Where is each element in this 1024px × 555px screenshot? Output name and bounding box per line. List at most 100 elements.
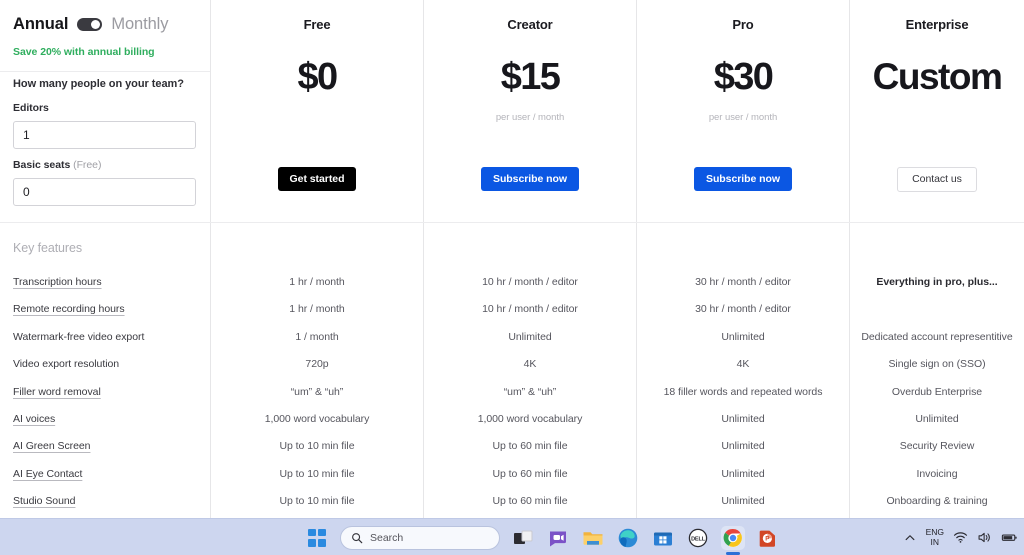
feature-label-ai-green-screen[interactable]: AI Green Screen (13, 440, 91, 452)
feature-value-cell: Unlimited (721, 440, 765, 453)
plan-cta-button-free[interactable]: Get started (277, 167, 357, 191)
feature-value-cell: Unlimited (721, 413, 765, 425)
svg-text:P: P (765, 535, 770, 542)
feature-value-cell: “um” & “uh” (503, 385, 557, 398)
windows-taskbar: Search DELL P ENG IN (0, 518, 1024, 555)
feature-value-cell: 1 hr / month (289, 303, 345, 316)
plan-cta-button-pro[interactable]: Subscribe now (693, 167, 793, 191)
plan-price-creator: $15 (500, 56, 561, 98)
basic-seats-free-note: (Free) (73, 159, 102, 171)
billing-period-switcher[interactable]: Annual Monthly (13, 15, 169, 34)
plan-column-free: Free $0 Get started (211, 0, 423, 222)
feature-value-cell: “um” & “uh” (290, 385, 344, 398)
plan-name-free: Free (303, 17, 331, 32)
feature-value-cell: 18 filler words and repeated words (663, 385, 823, 398)
plan-price-free: $0 (297, 56, 338, 98)
language-line-2: IN (930, 536, 940, 547)
google-chrome-icon[interactable] (721, 525, 745, 550)
feature-label-ai-eye-contact[interactable]: AI Eye Contact (13, 468, 82, 480)
plan-column-pro: Pro $30 per user / month Subscribe now (637, 0, 849, 222)
feature-label-transcription-hours[interactable]: Transcription hours (13, 276, 102, 288)
feature-value-cell: 10 hr / month / editor (482, 276, 578, 288)
feature-label-filler-word-removal[interactable]: Filler word removal (13, 386, 101, 398)
microsoft-edge-icon[interactable] (616, 526, 640, 550)
task-view-icon[interactable] (511, 526, 535, 550)
plan-cta-wrapper-enterprise: Contact us (850, 167, 1024, 192)
pricing-comparison-table: Annual Monthly Save 20% with annual bill… (0, 0, 1024, 518)
basic-seats-label-text: Basic seats (13, 159, 71, 171)
wifi-icon[interactable] (953, 530, 968, 545)
system-tray: ENG IN (903, 519, 1018, 555)
feature-value-cell: Dedicated account representitive (861, 330, 1013, 343)
feature-value-cell: 1,000 word vocabulary (477, 413, 583, 425)
feature-value-cell: Single sign on (SSO) (888, 358, 986, 371)
plan-price-pro: $30 (713, 56, 774, 98)
feature-value-cell: 30 hr / month / editor (695, 276, 791, 288)
plan-period-pro: per user / month (708, 112, 778, 123)
basic-seats-input[interactable] (13, 178, 196, 206)
toggle-knob (91, 20, 101, 29)
feature-label-remote-recording-hours[interactable]: Remote recording hours (13, 303, 125, 315)
feature-label-ai-voices[interactable]: AI voices (13, 413, 55, 425)
feature-value-cell: Unlimited (721, 330, 765, 343)
feature-value-cell: Up to 60 min file (492, 440, 568, 453)
plan-name-enterprise: Enterprise (905, 17, 969, 32)
plan-cta-wrapper-free: Get started (211, 167, 423, 191)
team-size-question: How many people on your team? (13, 78, 184, 90)
header-section-divider (0, 222, 1024, 223)
plan-column-enterprise: Enterprise Custom Contact us (850, 0, 1024, 222)
plan-period-creator: per user / month (495, 112, 565, 123)
feature-value-cell: Everything in pro, plus... (876, 276, 998, 288)
feature-label-studio-sound[interactable]: Studio Sound (13, 495, 76, 507)
feature-value-cell: 1 / month (295, 330, 339, 343)
powerpoint-icon[interactable]: P (756, 526, 780, 550)
feature-value-cell: 4K (736, 358, 750, 371)
feature-value-cell: Onboarding & training (886, 495, 988, 508)
dell-icon[interactable]: DELL (686, 526, 710, 550)
pricing-page-screenshot: Annual Monthly Save 20% with annual bill… (0, 0, 1024, 555)
feature-value-cell: Up to 10 min file (279, 467, 355, 480)
feature-value-cell: Up to 10 min file (279, 440, 355, 453)
feature-value-cell: 4K (523, 358, 537, 371)
plan-column-creator: Creator $15 per user / month Subscribe now (424, 0, 636, 222)
start-button-icon[interactable] (305, 526, 329, 550)
feature-value-cell: Unlimited (508, 330, 552, 343)
plan-name-pro: Pro (732, 17, 754, 32)
feature-value-cell: Up to 60 min file (492, 467, 568, 480)
feature-value-cell: Up to 60 min file (492, 495, 568, 508)
microsoft-store-icon[interactable] (651, 526, 675, 550)
feature-value-cell: Invoicing (916, 467, 958, 480)
feature-label-watermark-free-video-export: Watermark-free video export (13, 330, 145, 343)
editors-label: Editors (13, 102, 49, 114)
feature-value-cell: Overdub Enterprise (891, 385, 983, 398)
billing-period-toggle[interactable] (77, 18, 103, 31)
plan-cta-button-creator[interactable]: Subscribe now (480, 167, 580, 191)
key-features-heading: Key features (13, 241, 82, 255)
annual-savings-note: Save 20% with annual billing (13, 46, 155, 58)
file-explorer-icon[interactable] (581, 526, 605, 550)
feature-value-cell: Up to 10 min file (279, 495, 355, 508)
battery-icon[interactable] (1001, 530, 1018, 545)
basic-seats-label: Basic seats (Free) (13, 159, 101, 171)
feature-value-cell: 1,000 word vocabulary (264, 413, 370, 425)
feature-value-cell: Security Review (899, 440, 975, 453)
plan-cta-wrapper-creator: Subscribe now (424, 167, 636, 191)
editors-input[interactable] (13, 121, 196, 149)
feature-value-cell: 10 hr / month / editor (482, 303, 578, 316)
billing-monthly-label[interactable]: Monthly (111, 15, 168, 34)
chevron-up-icon[interactable] (903, 531, 917, 545)
windows-logo-icon (308, 528, 326, 547)
billing-annual-label[interactable]: Annual (13, 15, 68, 34)
feature-value-cell: 1 hr / month (289, 276, 345, 288)
sidebar-billing-divider (0, 71, 210, 72)
chat-teams-icon[interactable] (546, 526, 570, 550)
taskbar-search-box[interactable]: Search (340, 525, 500, 550)
plan-name-creator: Creator (507, 17, 553, 32)
plan-price-enterprise: Custom (872, 56, 1003, 97)
volume-icon[interactable] (977, 530, 992, 545)
language-indicator[interactable]: ENG IN (926, 527, 944, 547)
svg-text:DELL: DELL (691, 536, 706, 542)
search-icon (352, 532, 363, 543)
taskbar-pinned-apps: Search DELL P (305, 519, 780, 555)
plan-cta-button-enterprise[interactable]: Contact us (897, 167, 977, 192)
